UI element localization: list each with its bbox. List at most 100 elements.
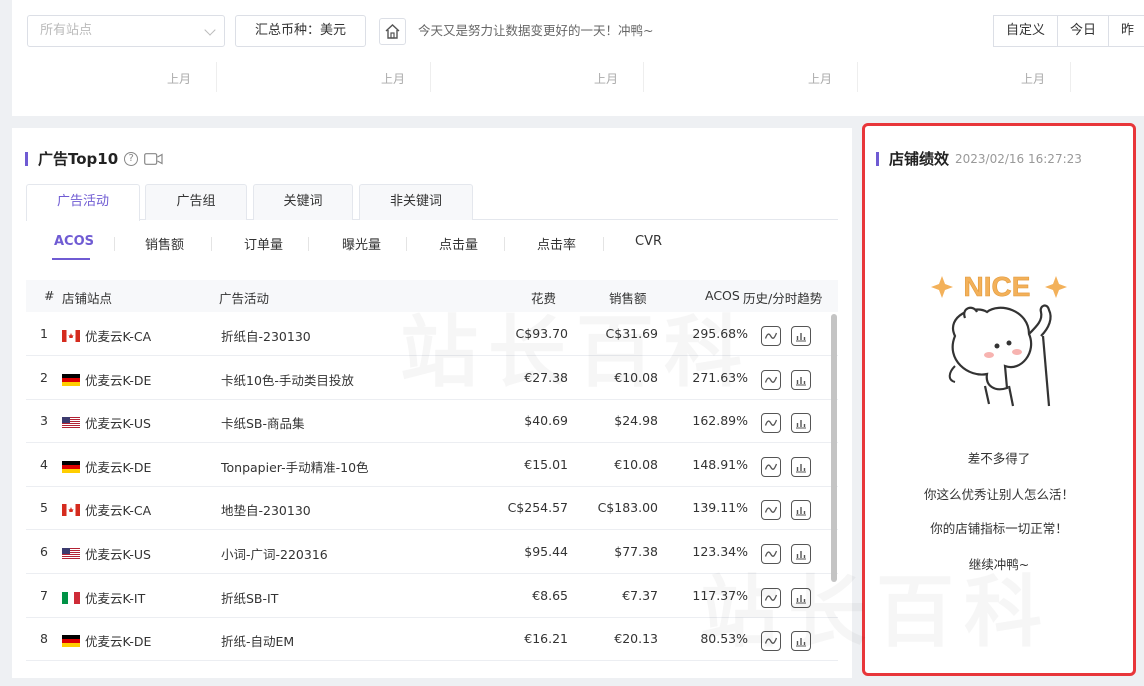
history-trend-button[interactable]	[761, 500, 781, 521]
row-rank: 3	[40, 413, 48, 429]
row-sales: €10.08	[614, 456, 658, 472]
metric-tab-sales[interactable]: 销售额	[145, 234, 184, 253]
flag-us-icon	[62, 548, 80, 560]
divider	[308, 237, 309, 251]
divider	[603, 237, 604, 251]
hourly-trend-button[interactable]	[791, 631, 811, 652]
ad-top10-header: 广告Top10 ?	[25, 148, 163, 169]
row-campaign[interactable]: 折纸SB-IT	[221, 588, 278, 607]
bar-trend-icon	[796, 638, 806, 647]
line-trend-icon	[764, 419, 778, 427]
month-compare-row: 上月 上月 上月 上月 上月	[12, 62, 1144, 92]
history-trend-button[interactable]	[761, 544, 781, 564]
row-sales: C$183.00	[597, 500, 658, 516]
metric-tabs: ACOS 销售额 订单量 曝光量 点击量 点击率 CVR	[26, 228, 838, 262]
metric-tab-clicks[interactable]: 点击量	[439, 234, 478, 253]
metric-tab-impressions[interactable]: 曝光量	[342, 234, 381, 253]
history-trend-button[interactable]	[761, 369, 781, 390]
hourly-trend-button[interactable]	[791, 326, 811, 346]
motto-text: 今天又是努力让数据变更好的一天！冲鸭~	[418, 23, 654, 38]
row-store: 优麦云K-US	[62, 544, 151, 563]
tab-ad-group[interactable]: 广告组	[145, 184, 247, 220]
row-spend: €16.21	[524, 631, 568, 647]
row-campaign[interactable]: 卡纸SB-商品集	[221, 413, 305, 432]
row-campaign[interactable]: Tonpapier-手动精准-10色	[221, 457, 369, 476]
store-message: 差不多得了	[967, 451, 1031, 466]
row-acos: 139.11%	[692, 500, 748, 516]
hourly-trend-button[interactable]	[791, 544, 811, 564]
metric-tab-ctr[interactable]: 点击率	[537, 234, 576, 253]
history-trend-button[interactable]	[761, 456, 781, 477]
row-acos: 295.68%	[692, 326, 748, 341]
row-store: 优麦云K-DE	[62, 370, 151, 389]
store-performance-header: 店铺绩效 2023/02/16 16:27:23	[876, 148, 1082, 169]
row-spend: C$93.70	[515, 326, 568, 341]
row-campaign[interactable]: 折纸自-230130	[221, 326, 311, 345]
month-label: 上月	[594, 72, 619, 86]
metric-tab-cvr[interactable]: CVR	[635, 234, 662, 249]
col-acos[interactable]: ACOS	[705, 288, 740, 303]
col-spend[interactable]: 花费	[531, 288, 556, 307]
row-acos: 123.34%	[692, 544, 748, 559]
row-campaign[interactable]: 折纸-自动EM	[221, 631, 294, 650]
row-rank: 7	[40, 587, 48, 603]
row-acos: 148.91%	[692, 456, 748, 472]
divider	[216, 62, 217, 92]
tab-keyword[interactable]: 关键词	[253, 184, 353, 220]
row-campaign[interactable]: 小词-广词-220316	[221, 544, 328, 563]
range-today-button[interactable]: 今日	[1057, 15, 1110, 47]
divider	[1070, 62, 1071, 92]
flag-de-icon	[62, 635, 80, 648]
divider	[504, 237, 505, 251]
metric-tab-orders[interactable]: 订单量	[244, 234, 283, 253]
tab-campaign[interactable]: 广告活动	[26, 184, 140, 221]
section-bar	[876, 151, 879, 166]
metric-tab-acos[interactable]: ACOS	[54, 234, 94, 249]
history-trend-button[interactable]	[761, 631, 781, 652]
table-row: 8 优麦云K-DE 折纸-自动EM €16.21 €20.13 80.53%	[26, 617, 838, 662]
row-store-name: 优麦云K-DE	[85, 634, 152, 650]
row-rank: 2	[40, 369, 48, 385]
row-sales: €7.37	[622, 587, 658, 603]
line-trend-icon	[764, 376, 778, 383]
row-rank: 5	[40, 500, 48, 516]
month-label: 上月	[381, 72, 406, 86]
history-trend-button[interactable]	[761, 413, 781, 434]
tab-non-keyword[interactable]: 非关键词	[359, 184, 473, 220]
hourly-trend-button[interactable]	[791, 456, 811, 477]
row-store: 优麦云K-CA	[62, 326, 151, 345]
row-campaign[interactable]: 卡纸10色-手动类目投放	[221, 370, 354, 389]
hourly-trend-button[interactable]	[791, 369, 811, 390]
range-custom-button[interactable]: 自定义	[993, 15, 1059, 47]
table-row: 3 优麦云K-US 卡纸SB-商品集 $40.69 $24.98 162.89%	[26, 399, 838, 444]
table-row: 4 优麦云K-DE Tonpapier-手动精准-10色 €15.01 €10.08 14…	[26, 443, 838, 487]
hourly-trend-button[interactable]	[791, 587, 811, 608]
row-spend: €15.01	[524, 456, 568, 472]
site-select-placeholder: 所有站点	[40, 23, 93, 38]
bar-trend-icon	[796, 594, 806, 604]
range-yesterday-button[interactable]: 昨	[1108, 15, 1144, 47]
month-label: 上月	[808, 72, 833, 86]
hourly-trend-button[interactable]	[791, 413, 811, 434]
row-spend: €27.38	[524, 369, 568, 385]
sticker-text: NICE	[964, 271, 1031, 302]
scrollbar-thumb[interactable]	[831, 314, 837, 582]
row-campaign[interactable]: 地垫自-230130	[221, 500, 311, 519]
store-message: 你这么优秀让别人怎么活！	[923, 487, 1074, 502]
help-icon[interactable]: ?	[124, 151, 139, 166]
table-row: 7 优麦云K-IT 折纸SB-IT €8.65 €7.37 117.37%	[26, 574, 838, 618]
history-trend-button[interactable]	[761, 326, 781, 346]
site-select[interactable]: 所有站点	[27, 15, 225, 47]
col-trend: 历史/分时趋势	[743, 291, 823, 306]
video-icon[interactable]	[144, 152, 163, 165]
home-button[interactable]	[379, 18, 406, 45]
history-trend-button[interactable]	[761, 587, 781, 608]
currency-button[interactable]: 汇总币种：美元	[235, 15, 366, 47]
row-rank: 1	[40, 326, 48, 341]
bar-trend-icon	[796, 463, 806, 473]
month-label: 上月	[167, 72, 192, 86]
scrollbar[interactable]	[830, 312, 838, 662]
col-sales[interactable]: 销售额	[609, 288, 647, 307]
hourly-trend-button[interactable]	[791, 500, 811, 521]
ad-top10-title: 广告Top10	[38, 150, 119, 168]
